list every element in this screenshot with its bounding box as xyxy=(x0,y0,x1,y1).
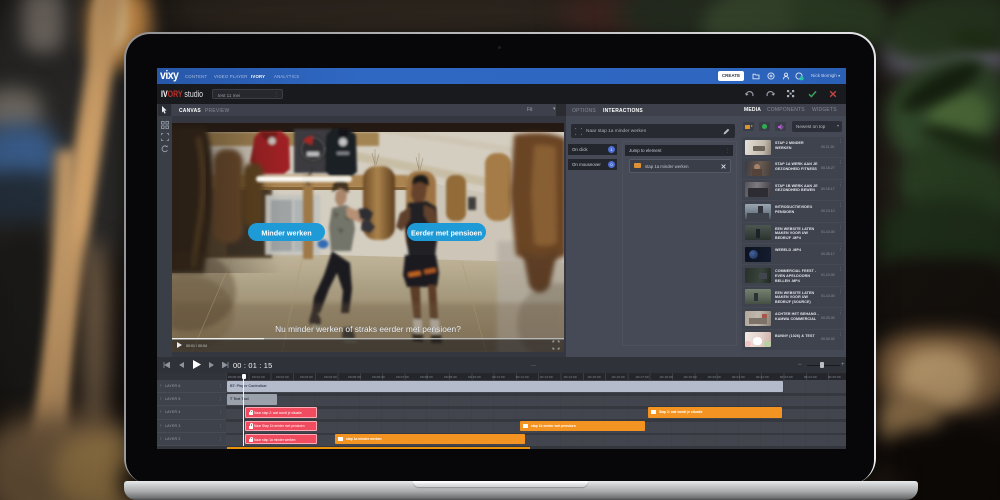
svg-text:Minder werken: Minder werken xyxy=(261,229,311,238)
svg-text:Eerder met pensioen: Eerder met pensioen xyxy=(411,229,482,238)
svg-text:00:01 / 00:04: 00:01 / 00:04 xyxy=(186,344,207,348)
svg-text:Nu minder werken of straks eer: Nu minder werken of straks eerder met pe… xyxy=(275,324,461,334)
